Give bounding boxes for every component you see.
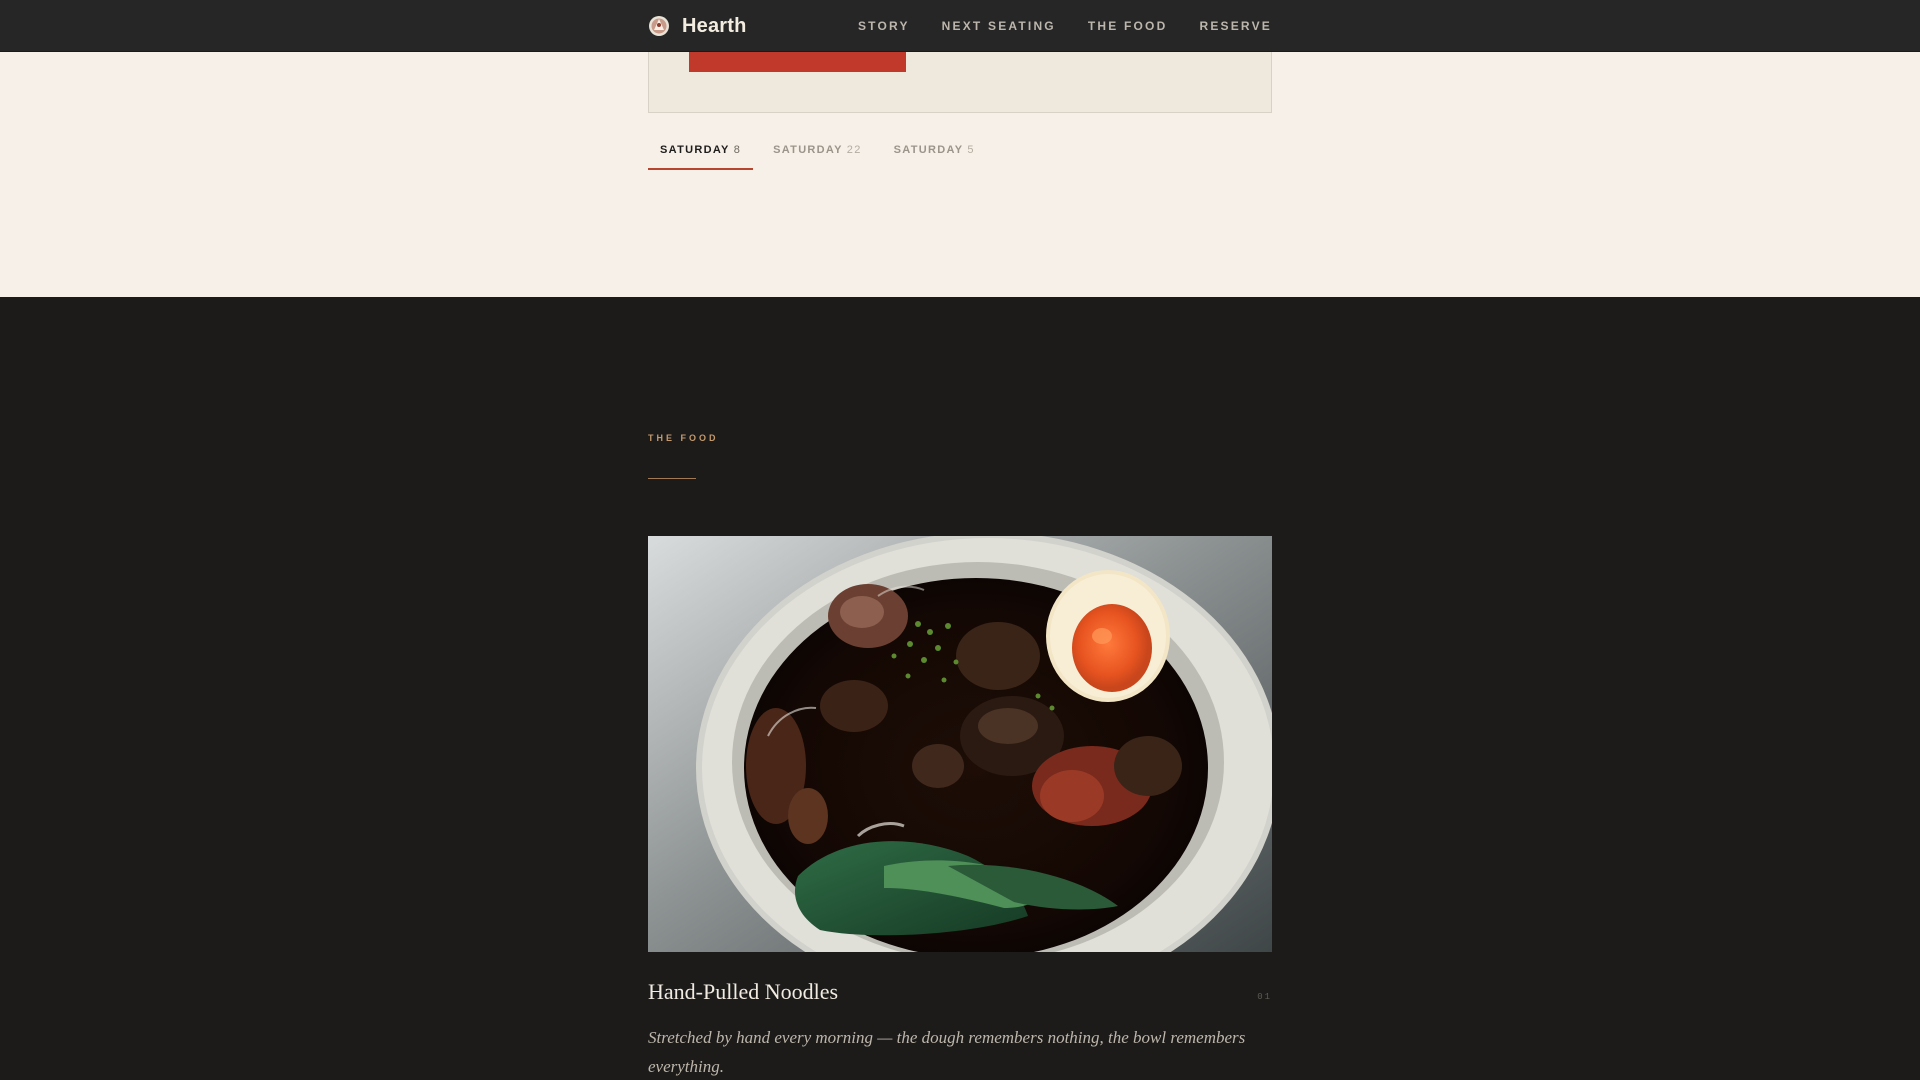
date-tab[interactable]: SATURDAY 5: [882, 134, 987, 170]
date-tab-number: 5: [967, 144, 975, 156]
section-eyebrow: THE FOOD: [648, 433, 719, 443]
nav-link-story[interactable]: STORY: [858, 19, 910, 33]
dish-photo: [648, 536, 1272, 952]
nav-links: STORY NEXT SEATING THE FOOD RESERVE: [858, 19, 1272, 33]
dish-description: Stretched by hand every morning — the do…: [648, 1028, 1246, 1076]
navbar-inner: Hearth STORY NEXT SEATING THE FOOD RESER…: [648, 0, 1272, 52]
date-tab[interactable]: SATURDAY 22: [761, 134, 874, 170]
date-tab-day: SATURDAY: [660, 144, 730, 156]
date-tab-number: 22: [846, 144, 862, 156]
eyebrow-divider: [648, 478, 696, 479]
nav-link-next-seating[interactable]: NEXT SEATING: [942, 19, 1056, 33]
date-tab-day: SATURDAY: [893, 144, 964, 156]
dish-header: Hand-Pulled Noodles 01: [648, 979, 1272, 1005]
page: SATURDAY 8 SATURDAY 22 SATURDAY 5 THE FOOD: [0, 0, 1920, 1080]
hearth-logo-icon: [649, 16, 669, 36]
food-section: THE FOOD Hand-Pulled Noodles 01 Stretche…: [0, 297, 1920, 1080]
dish-index: 01: [1257, 992, 1272, 1002]
brand-name: Hearth: [682, 14, 747, 37]
brand[interactable]: Hearth: [648, 15, 747, 38]
dish-card: Hand-Pulled Noodles 01 Stretched by hand…: [648, 536, 1272, 1080]
nav-link-the-food[interactable]: THE FOOD: [1088, 19, 1168, 33]
noodle-bowl-illustration: [648, 536, 1272, 952]
date-tab-day: SATURDAY: [773, 144, 843, 156]
date-tab[interactable]: SATURDAY 8: [648, 134, 754, 170]
top-navbar: Hearth STORY NEXT SEATING THE FOOD RESER…: [0, 0, 1920, 52]
dish-name: Hand-Pulled Noodles: [648, 979, 839, 1004]
nav-link-reserve[interactable]: RESERVE: [1199, 19, 1272, 33]
seating-date-tabs: SATURDAY 8 SATURDAY 22 SATURDAY 5: [648, 134, 995, 170]
date-tab-number: 8: [733, 144, 742, 156]
